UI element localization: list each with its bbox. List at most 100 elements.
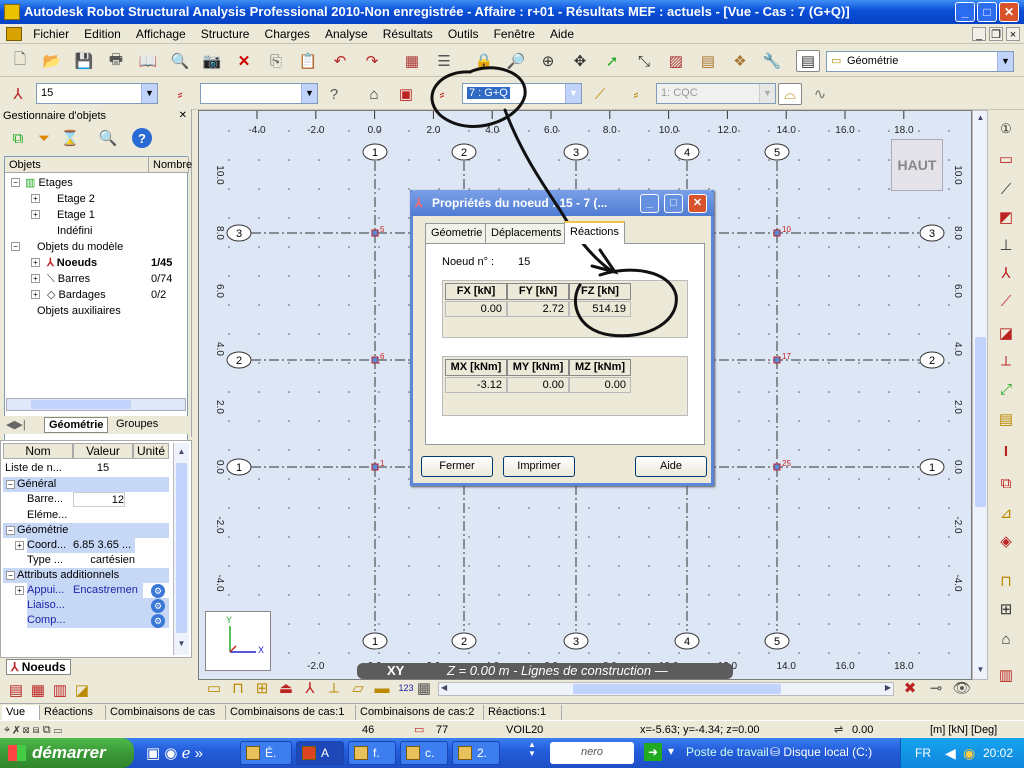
dialog-minimize-button[interactable]: _ xyxy=(640,194,659,213)
disp-icon-3[interactable]: ⊞ xyxy=(250,680,274,697)
bar-tool-icon[interactable]: ⟋ xyxy=(994,290,1018,312)
scroll-left-icon[interactable]: ◀ xyxy=(441,683,447,692)
close-button[interactable]: ✕ xyxy=(999,2,1019,22)
measure-icon[interactable]: ⤡ xyxy=(632,50,656,72)
close-icon[interactable]: ✕ xyxy=(179,110,187,121)
task-ie[interactable]: É. xyxy=(240,741,292,765)
scroll-thumb[interactable] xyxy=(176,463,187,633)
menu-affichage[interactable]: Affichage xyxy=(130,24,192,41)
doc-tab-reactions-1[interactable]: Réactions:1 xyxy=(484,705,562,720)
status-units[interactable]: [m] [kN] [Deg] xyxy=(930,723,997,737)
disp-icon-1[interactable]: ▭ xyxy=(202,680,226,697)
tree-hscrollbar[interactable] xyxy=(6,398,186,411)
doc-tab-combinaisons-2[interactable]: Combinaisons de cas:2 xyxy=(356,705,484,720)
disp-icon-6[interactable]: ⟂ xyxy=(322,680,346,697)
language-indicator[interactable]: FR xyxy=(915,738,931,768)
mode-combo[interactable]: 1: CQC ▼ xyxy=(656,83,776,104)
layers-icon[interactable]: ❖ xyxy=(728,50,752,72)
house-icon[interactable]: ⌂ xyxy=(362,83,386,105)
chevron-down-icon[interactable]: ▾ xyxy=(668,744,674,758)
snap-icon-2[interactable]: ⊸ xyxy=(924,680,948,697)
tab-geometrie-dialog[interactable]: Géometrie xyxy=(425,223,489,243)
support-icon[interactable]: ⊥ xyxy=(994,234,1018,256)
dialog-close-button[interactable]: ✕ xyxy=(688,194,707,213)
layout-icon[interactable]: ▤ xyxy=(796,50,820,72)
maximize-button[interactable]: □ xyxy=(977,2,997,22)
collapse-icon[interactable]: − xyxy=(6,480,15,489)
snap-icon-3[interactable]: 👁 xyxy=(950,680,974,697)
copy-tool-icon[interactable]: ⧉ xyxy=(994,472,1018,494)
expand-icon[interactable]: + xyxy=(31,258,40,267)
lock-icon[interactable]: 🔒 xyxy=(472,50,496,72)
menu-analyse[interactable]: Analyse xyxy=(319,24,374,41)
scroll-thumb[interactable] xyxy=(573,684,781,694)
nero-button[interactable]: nero xyxy=(550,742,634,764)
prop-type-value[interactable]: cartésien xyxy=(73,553,135,568)
release-icon[interactable]: ⤢ xyxy=(994,378,1018,400)
expand-icon[interactable]: + xyxy=(31,194,40,203)
menu-fenetre[interactable]: Fenêtre xyxy=(488,24,541,41)
canvas-hscrollbar[interactable]: ◀ ▶ xyxy=(438,682,894,696)
tree-item-etages[interactable]: ▥ Etages xyxy=(25,175,73,191)
tab-geometrie[interactable]: Géométrie xyxy=(44,417,109,433)
disp-icon-4[interactable]: ⏏ xyxy=(274,680,298,697)
doc-tab-vue[interactable]: Vue xyxy=(2,705,40,720)
redo-icon[interactable]: ↷ xyxy=(360,50,384,72)
chevron-down-icon[interactable]: ▼ xyxy=(997,52,1013,71)
load-icon[interactable]: ⟂ xyxy=(994,350,1018,372)
mdi-minimize-icon[interactable]: _ xyxy=(972,27,986,41)
prop-barre-value[interactable]: 12 xyxy=(73,492,125,507)
menu-resultats[interactable]: Résultats xyxy=(377,24,439,41)
tree-item-barres[interactable]: ⟍ Barres xyxy=(47,271,90,287)
doc-tab-combinaisons[interactable]: Combinaisons de cas xyxy=(106,705,226,720)
wave-icon[interactable]: ∿ xyxy=(808,83,832,105)
minimize-button[interactable]: _ xyxy=(955,2,975,22)
expand-icon[interactable]: + xyxy=(31,290,40,299)
disp-icon-10[interactable]: ▦ xyxy=(412,680,436,697)
bl-icon-3[interactable]: ▥ xyxy=(48,679,72,701)
tree-icon[interactable]: ⧉ xyxy=(6,127,30,149)
scroll-down-icon[interactable]: ▼ xyxy=(176,639,187,649)
print-icon[interactable]: 🖶 xyxy=(104,50,128,72)
structure-icon[interactable]: ⌂ xyxy=(994,628,1018,650)
hatch-icon[interactable]: ▨ xyxy=(664,50,688,72)
expand-icon[interactable]: + xyxy=(15,541,24,550)
open-folder-icon[interactable]: 📂 xyxy=(40,50,64,72)
mdi-close-icon[interactable]: × xyxy=(1006,27,1020,41)
tree-item-objets-aux[interactable]: Objets auxiliaires xyxy=(37,303,121,319)
offset-icon[interactable]: ▤ xyxy=(994,408,1018,430)
tree-item-etage1[interactable]: Etage 1 xyxy=(57,207,95,223)
prop-appui-value[interactable]: Encastremen xyxy=(73,583,143,598)
copy-icon[interactable]: ⎘ xyxy=(264,50,288,72)
imprimer-button[interactable]: Imprimer xyxy=(503,456,575,477)
tray-arrow-icon[interactable]: ◀ xyxy=(945,738,956,768)
mode-icon[interactable]: ⟋ xyxy=(588,83,612,105)
new-file-icon[interactable]: 🗋 xyxy=(8,50,32,72)
task-other[interactable]: 2. xyxy=(452,741,500,765)
prop-liste-value[interactable]: 15 xyxy=(73,461,133,476)
expand-icon[interactable]: + xyxy=(15,586,24,595)
bar-select-icon[interactable]: ⸗ xyxy=(168,83,192,105)
axis-icon[interactable]: ① xyxy=(994,118,1018,140)
paste-icon[interactable]: 📋 xyxy=(296,50,320,72)
line-icon[interactable]: ⟋ xyxy=(994,178,1018,200)
menu-fichier[interactable]: Fichier xyxy=(27,24,75,41)
solid-tool-icon[interactable]: ◈ xyxy=(994,530,1018,552)
bl-icon-4[interactable]: ◪ xyxy=(70,679,94,701)
panel-icon[interactable]: ◪ xyxy=(994,322,1018,344)
tab-deplacements[interactable]: Déplacements xyxy=(485,223,568,243)
filter-icon[interactable]: ⏷ xyxy=(32,127,56,149)
scroll-up-icon[interactable]: ▲ xyxy=(975,113,986,124)
slab-icon[interactable]: ⊿ xyxy=(994,502,1018,524)
collapse-icon[interactable]: − xyxy=(11,242,20,251)
menu-structure[interactable]: Structure xyxy=(195,24,256,41)
case-table-icon[interactable]: ▣ xyxy=(394,83,418,105)
collapse-icon[interactable]: − xyxy=(6,526,15,535)
section-icon[interactable]: ▭ xyxy=(994,148,1018,170)
prop-section-geometrie[interactable]: Géométrie xyxy=(3,523,169,538)
quicklaunch-icons[interactable]: ▣ ◉ ℯ » xyxy=(146,744,203,762)
bar-selection-combo[interactable]: ▼ xyxy=(200,83,318,104)
bl-icon-2[interactable]: ▦ xyxy=(26,679,50,701)
disp-icon-2[interactable]: ⊓ xyxy=(226,680,250,697)
pan-icon[interactable]: ✥ xyxy=(568,50,592,72)
